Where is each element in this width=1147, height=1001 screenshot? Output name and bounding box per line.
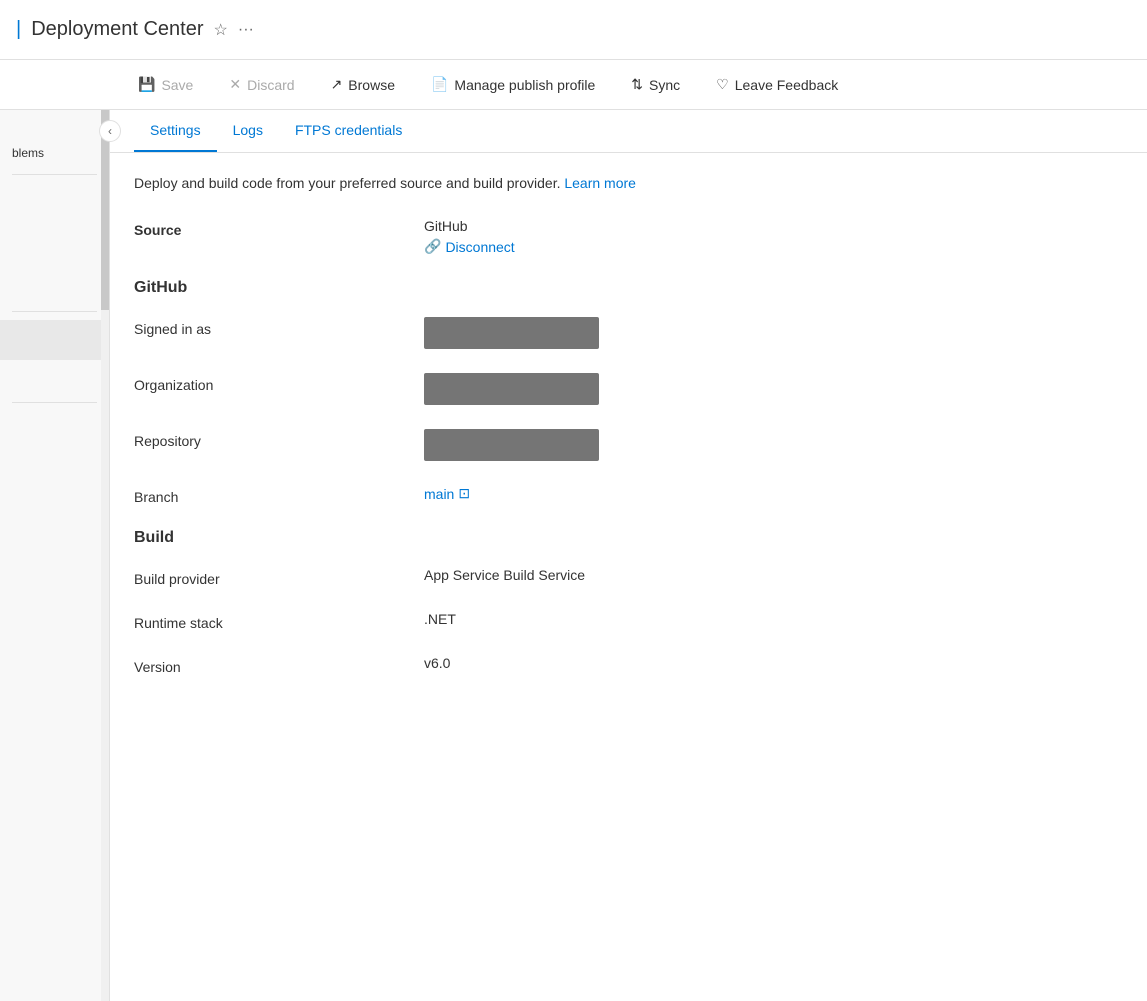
branch-value: main xyxy=(424,486,454,502)
organization-row: Organization xyxy=(134,373,1123,405)
scrollbar-track[interactable] xyxy=(101,110,109,1001)
signed-in-label: Signed in as xyxy=(134,317,424,337)
organization-redacted xyxy=(424,373,599,405)
build-provider-label: Build provider xyxy=(134,567,424,587)
repository-redacted xyxy=(424,429,599,461)
manage-publish-label: Manage publish profile xyxy=(454,77,595,93)
repository-label: Repository xyxy=(134,429,424,449)
branch-row: Branch main ⊡ xyxy=(134,485,1123,505)
leave-feedback-button[interactable]: ♡ Leave Feedback xyxy=(708,72,846,97)
description-text: Deploy and build code from your preferre… xyxy=(134,173,1123,194)
sidebar-collapse-button[interactable]: ‹ xyxy=(99,120,121,142)
toolbar: 💾 Save ✕ Discard ↗ Browse 📄 Manage publi… xyxy=(0,60,1147,110)
source-label: Source xyxy=(134,218,424,238)
save-button[interactable]: 💾 Save xyxy=(130,72,201,97)
discard-label: Discard xyxy=(247,77,294,93)
runtime-stack-row: Runtime stack .NET xyxy=(134,611,1123,631)
organization-value xyxy=(424,373,599,405)
save-icon: 💾 xyxy=(138,76,155,93)
source-value: GitHub xyxy=(424,218,515,234)
repository-row: Repository xyxy=(134,429,1123,461)
version-row: Version v6.0 xyxy=(134,655,1123,675)
organization-label: Organization xyxy=(134,373,424,393)
build-provider-value: App Service Build Service xyxy=(424,567,585,583)
browse-button[interactable]: ↗ Browse xyxy=(323,72,403,97)
sync-label: Sync xyxy=(649,77,680,93)
version-label: Version xyxy=(134,655,424,675)
sidebar-divider-2 xyxy=(12,311,97,312)
version-value: v6.0 xyxy=(424,655,450,671)
github-section-header: GitHub xyxy=(134,279,1123,297)
disconnect-link[interactable]: 🔗 Disconnect xyxy=(424,238,515,255)
signed-in-redacted xyxy=(424,317,599,349)
content-area: Settings Logs FTPS credentials Deploy an… xyxy=(110,110,1147,1001)
tab-settings[interactable]: Settings xyxy=(134,110,217,152)
sync-button[interactable]: ⇅ Sync xyxy=(623,72,688,97)
sidebar-divider-3 xyxy=(12,402,97,403)
disconnect-icon: 🔗 xyxy=(424,238,441,255)
discard-icon: ✕ xyxy=(229,76,241,93)
settings-content: Deploy and build code from your preferre… xyxy=(110,173,1147,723)
favorite-icon[interactable]: ☆ xyxy=(214,20,228,40)
tab-logs[interactable]: Logs xyxy=(217,110,279,152)
disconnect-label: Disconnect xyxy=(445,239,514,255)
page-title: Deployment Center xyxy=(31,18,203,41)
discard-button[interactable]: ✕ Discard xyxy=(221,72,302,97)
sidebar: ‹ blems xyxy=(0,110,110,1001)
source-row: Source GitHub 🔗 Disconnect xyxy=(134,218,1123,255)
more-options-icon[interactable]: ··· xyxy=(238,21,254,39)
sync-icon: ⇅ xyxy=(631,76,643,93)
branch-value-container: main ⊡ xyxy=(424,485,470,502)
branch-label: Branch xyxy=(134,485,424,505)
sidebar-divider-1 xyxy=(12,174,97,175)
main-layout: ‹ blems Settings Logs FTPS credentials xyxy=(0,110,1147,1001)
learn-more-link[interactable]: Learn more xyxy=(564,175,636,191)
signed-in-row: Signed in as xyxy=(134,317,1123,349)
sidebar-problems-text: blems xyxy=(0,140,109,166)
leave-feedback-label: Leave Feedback xyxy=(735,77,839,93)
tab-ftps-credentials[interactable]: FTPS credentials xyxy=(279,110,418,152)
header: | Deployment Center ☆ ··· xyxy=(0,0,1147,60)
build-provider-row: Build provider App Service Build Service xyxy=(134,567,1123,587)
branch-link[interactable]: main ⊡ xyxy=(424,485,470,502)
runtime-stack-value: .NET xyxy=(424,611,456,627)
browse-icon: ↗ xyxy=(331,76,343,93)
browse-label: Browse xyxy=(348,77,395,93)
heart-icon: ♡ xyxy=(716,76,729,93)
branch-external-icon: ⊡ xyxy=(458,485,470,502)
manage-publish-icon: 📄 xyxy=(431,76,448,93)
tabs-container: Settings Logs FTPS credentials xyxy=(110,110,1147,153)
build-section-header: Build xyxy=(134,529,1123,547)
save-label: Save xyxy=(161,77,193,93)
signed-in-value xyxy=(424,317,599,349)
page-title-container: | Deployment Center ☆ ··· xyxy=(16,18,254,41)
source-value-container: GitHub 🔗 Disconnect xyxy=(424,218,515,255)
manage-publish-button[interactable]: 📄 Manage publish profile xyxy=(423,72,603,97)
runtime-stack-label: Runtime stack xyxy=(134,611,424,631)
repository-value xyxy=(424,429,599,461)
title-pipe: | xyxy=(16,18,21,41)
